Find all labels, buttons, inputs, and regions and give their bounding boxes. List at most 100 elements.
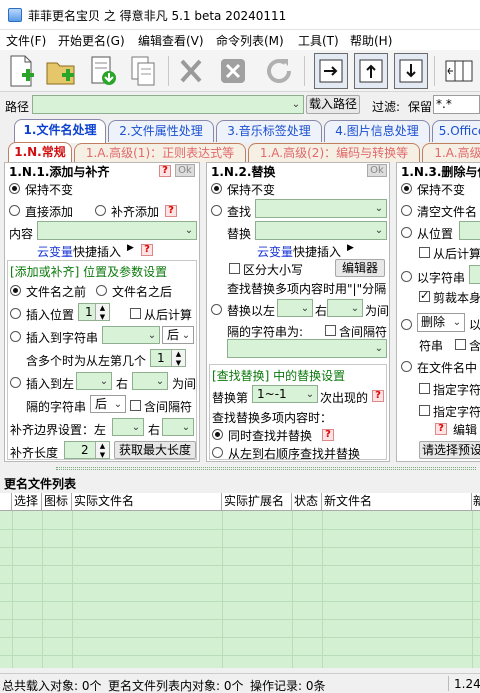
chevron-down-icon[interactable]: ⌄ [179, 327, 193, 343]
keep-radio[interactable] [211, 183, 222, 194]
from-back-checkbox[interactable] [130, 308, 141, 319]
refresh-icon[interactable] [262, 53, 296, 89]
editor-button[interactable]: 编辑器 [335, 259, 385, 277]
specify2-checkbox[interactable] [419, 405, 430, 416]
chevron-down-icon[interactable]: ⌄ [129, 419, 143, 435]
edit-label[interactable]: 编辑 [453, 421, 477, 438]
menu-command-list[interactable]: 命令列表(M) [216, 32, 284, 49]
replace-right-input[interactable]: ⌄ [327, 299, 363, 317]
new-file-icon[interactable] [4, 53, 38, 89]
include-sep-checkbox[interactable] [325, 325, 336, 336]
column-actual-ext[interactable]: 实际扩展名 [222, 493, 292, 511]
menu-edit-view[interactable]: 编辑查看(V) [138, 32, 204, 49]
right-str-input[interactable]: ⌄ [132, 372, 168, 390]
column-actual-name[interactable]: 实际文件名 [72, 493, 222, 511]
splitter[interactable] [0, 466, 480, 472]
chevron-down-icon[interactable]: ⌄ [182, 222, 196, 239]
direct-add-radio[interactable] [9, 205, 20, 216]
arrow-up-box-icon[interactable] [354, 53, 388, 89]
get-max-length-button[interactable]: 获取最大长度 [114, 441, 196, 459]
spinner-arrows-icon[interactable]: ▲ ▼ [171, 350, 185, 367]
column-new-ext[interactable]: 新 [472, 493, 480, 511]
chevron-down-icon[interactable]: ⌄ [179, 419, 193, 435]
chevron-down-icon[interactable]: ⌄ [289, 96, 303, 113]
sequential-radio[interactable] [212, 447, 223, 458]
column-icon[interactable]: 图标 [42, 493, 72, 511]
tab-advanced-more[interactable]: 1.A.高级 [422, 143, 480, 162]
chevron-down-icon[interactable]: ⌄ [97, 373, 111, 389]
ok-button[interactable]: Ok [367, 164, 387, 177]
pad-right-input[interactable]: ⌄ [162, 418, 194, 436]
after-name-radio[interactable] [96, 285, 107, 296]
copy-icon[interactable] [126, 53, 160, 89]
quick-insert-label[interactable]: 快捷插入 [73, 243, 121, 260]
insert-side-select[interactable]: 后 ⌄ [162, 326, 194, 344]
tab-file-attributes[interactable]: 2.文件属性处理 [108, 120, 214, 142]
chevron-down-icon[interactable]: ⌄ [348, 300, 362, 316]
find-radio[interactable] [211, 205, 222, 216]
help-icon[interactable]: ? [435, 423, 447, 435]
close-box-icon[interactable] [216, 53, 250, 89]
by-str-radio[interactable] [401, 271, 412, 282]
insert-str-radio[interactable] [10, 331, 21, 342]
pad-add-radio[interactable] [95, 205, 106, 216]
chevron-down-icon[interactable]: ⌄ [111, 396, 125, 412]
tab-advanced-encoding[interactable]: 1.A.高级(2)：编码与转换等 [248, 143, 420, 162]
before-name-radio[interactable] [10, 285, 21, 296]
delete-mode-select[interactable]: 删除 ⌄ [417, 313, 465, 332]
help-icon[interactable]: ? [322, 429, 334, 441]
by-str-input[interactable] [469, 265, 480, 284]
quick-insert-label[interactable]: 快捷插入 [293, 243, 341, 260]
arrow-right-box-icon[interactable] [314, 53, 348, 89]
content-input[interactable]: ⌄ [37, 221, 197, 240]
tab-advanced-regex[interactable]: 1.A.高级(1)：正则表达式等 [74, 143, 246, 162]
multi-spinner[interactable]: 1 ▲ ▼ [150, 349, 186, 367]
menu-start-rename[interactable]: 开始更名(G) [58, 32, 125, 49]
from-back-checkbox[interactable] [419, 247, 430, 258]
import-icon[interactable] [86, 53, 120, 89]
help-icon[interactable]: ? [372, 390, 384, 402]
menu-help[interactable]: 帮助(H) [350, 32, 392, 49]
arrow-down-box-icon[interactable] [394, 53, 428, 89]
column-select[interactable]: 选择 [12, 493, 42, 511]
preset-select[interactable]: 请选择预设 [419, 441, 480, 459]
spinner-arrows-icon[interactable]: ▲ ▼ [95, 442, 109, 459]
pad-left-input[interactable]: ⌄ [112, 418, 144, 436]
specify1-checkbox[interactable] [419, 383, 430, 394]
pad-length-spinner[interactable]: 2 ▲ ▼ [64, 441, 110, 459]
ok-button[interactable]: Ok [175, 164, 195, 177]
tab-general[interactable]: 1.N.常规 [8, 142, 72, 162]
left-str-input[interactable]: ⌄ [76, 372, 112, 390]
delete-x-icon[interactable] [174, 53, 208, 89]
path-input[interactable]: ⌄ [32, 95, 304, 114]
include-checkbox[interactable] [455, 339, 466, 350]
from-pos-radio[interactable] [401, 227, 412, 238]
in-name-radio[interactable] [401, 361, 412, 372]
file-list-grid[interactable] [0, 493, 480, 668]
chevron-down-icon[interactable]: ⌄ [153, 373, 167, 389]
spinner-arrows-icon[interactable]: ▲ ▼ [95, 304, 109, 321]
chevron-down-icon[interactable]: ⌄ [303, 386, 317, 402]
menu-file[interactable]: 文件(F) [6, 32, 46, 49]
keep-radio[interactable] [9, 183, 20, 194]
help-icon[interactable]: ? [159, 165, 171, 177]
chevron-down-icon[interactable]: ⌄ [372, 222, 386, 239]
from-pos-input[interactable] [459, 221, 480, 240]
column-new-name[interactable]: 新文件名 [322, 493, 472, 511]
sep-mode-select[interactable]: 后 ⌄ [90, 395, 126, 413]
insert-left-radio[interactable] [10, 377, 21, 388]
load-path-button[interactable]: 载入路径 [306, 95, 360, 114]
open-folder-icon[interactable] [44, 53, 78, 89]
filter-input[interactable]: *.* [433, 95, 480, 114]
columns-icon[interactable] [442, 53, 476, 89]
menu-tools[interactable]: 工具(T) [298, 32, 339, 49]
help-icon[interactable]: ? [165, 205, 177, 217]
replace-input[interactable]: ⌄ [255, 221, 387, 240]
clear-name-radio[interactable] [401, 205, 412, 216]
include-sep-checkbox[interactable] [130, 400, 141, 411]
chevron-down-icon[interactable]: ⌄ [145, 327, 159, 343]
cloud-var-link[interactable]: 云变量 [257, 243, 293, 260]
chevron-down-icon[interactable]: ⌄ [372, 340, 386, 357]
insert-str-input[interactable]: ⌄ [102, 326, 160, 344]
replace-nth-select[interactable]: 1~-1 ⌄ [252, 385, 318, 403]
